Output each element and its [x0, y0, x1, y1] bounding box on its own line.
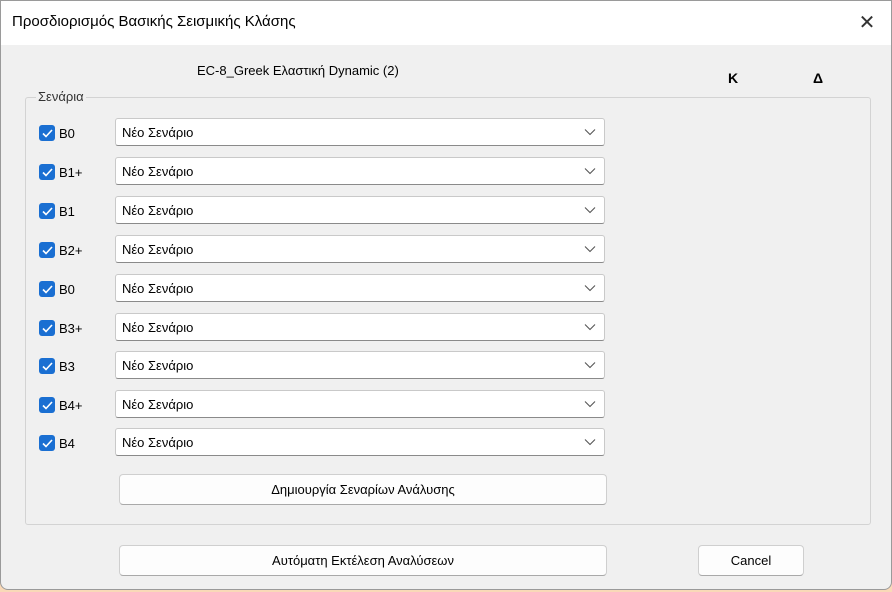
chevron-down-icon [584, 207, 596, 214]
scenario-row: B0 Νέο Σενάριο [39, 274, 609, 304]
scenario-checkbox-label: B3 [59, 359, 75, 374]
check-icon [41, 400, 53, 410]
scenario-checkbox[interactable] [39, 435, 55, 451]
scenario-checkbox-label: B0 [59, 126, 75, 141]
scenario-checkbox[interactable] [39, 320, 55, 336]
scenario-checkbox[interactable] [39, 164, 55, 180]
scenario-select[interactable]: Νέο Σενάριο [115, 351, 605, 379]
scenario-checkbox-label: B4+ [59, 398, 83, 413]
scenario-select[interactable]: Νέο Σενάριο [115, 274, 605, 302]
auto-run-analyses-button[interactable]: Αυτόματη Εκτέλεση Αναλύσεων [119, 545, 607, 576]
scenario-checkbox[interactable] [39, 125, 55, 141]
scenario-select-value: Νέο Σενάριο [122, 358, 194, 373]
scenario-checkbox-label: B3+ [59, 321, 83, 336]
scenario-checkbox[interactable] [39, 358, 55, 374]
scenario-select[interactable]: Νέο Σενάριο [115, 157, 605, 185]
scenario-select[interactable]: Νέο Σενάριο [115, 118, 605, 146]
create-scenarios-button[interactable]: Δημιουργία Σεναρίων Ανάλυσης [119, 474, 607, 505]
check-icon [41, 284, 53, 294]
scenario-select-value: Νέο Σενάριο [122, 125, 194, 140]
scenario-select-value: Νέο Σενάριο [122, 164, 194, 179]
chevron-down-icon [584, 324, 596, 331]
column-header-d: Δ [813, 70, 824, 86]
check-icon [41, 323, 53, 333]
scenarios-group-legend: Σενάρια [36, 89, 86, 104]
scenario-select[interactable]: Νέο Σενάριο [115, 313, 605, 341]
scenario-select-value: Νέο Σενάριο [122, 320, 194, 335]
chevron-down-icon [584, 285, 596, 292]
scenario-checkbox[interactable] [39, 203, 55, 219]
scenario-select-value: Νέο Σενάριο [122, 242, 194, 257]
scenario-select-value: Νέο Σενάριο [122, 397, 194, 412]
chevron-down-icon [584, 439, 596, 446]
scenario-select[interactable]: Νέο Σενάριο [115, 390, 605, 418]
scenario-checkbox-label: B0 [59, 282, 75, 297]
scenario-checkbox[interactable] [39, 281, 55, 297]
scenario-select-value: Νέο Σενάριο [122, 281, 194, 296]
check-icon [41, 438, 53, 448]
scenario-select[interactable]: Νέο Σενάριο [115, 196, 605, 224]
check-icon [41, 361, 53, 371]
column-header-k: K [728, 70, 739, 86]
cancel-button[interactable]: Cancel [698, 545, 804, 576]
check-icon [41, 245, 53, 255]
check-icon [41, 206, 53, 216]
scenario-select-value: Νέο Σενάριο [122, 435, 194, 450]
scenario-row: B3+ Νέο Σενάριο [39, 313, 609, 343]
check-icon [41, 128, 53, 138]
scenario-checkbox-label: B4 [59, 436, 75, 451]
check-icon [41, 167, 53, 177]
scenario-checkbox-label: B1 [59, 204, 75, 219]
chevron-down-icon [584, 362, 596, 369]
chevron-down-icon [584, 246, 596, 253]
chevron-down-icon [584, 168, 596, 175]
window-title: Προσδιορισμός Βασικής Σεισμικής Κλάσης [12, 13, 296, 30]
chevron-down-icon [584, 129, 596, 136]
scenario-select-value: Νέο Σενάριο [122, 203, 194, 218]
scenario-row: B2+ Νέο Σενάριο [39, 235, 609, 265]
scenario-row: B1+ Νέο Σενάριο [39, 157, 609, 187]
scenario-row: B3 Νέο Σενάριο [39, 351, 609, 381]
scenario-row: B1 Νέο Σενάριο [39, 196, 609, 226]
scenario-checkbox-label: B2+ [59, 243, 83, 258]
chevron-down-icon [584, 401, 596, 408]
dialog-window: Προσδιορισμός Βασικής Σεισμικής Κλάσης ✕… [0, 0, 892, 590]
scenario-row: B4 Νέο Σενάριο [39, 428, 609, 458]
scenario-checkbox[interactable] [39, 242, 55, 258]
code-subtitle: EC-8_Greek Ελαστική Dynamic (2) [197, 63, 399, 78]
scenario-select[interactable]: Νέο Σενάριο [115, 428, 605, 456]
title-bar: Προσδιορισμός Βασικής Σεισμικής Κλάσης ✕ [1, 1, 891, 45]
scenario-row: B4+ Νέο Σενάριο [39, 390, 609, 420]
close-icon[interactable]: ✕ [855, 10, 879, 34]
scenario-select[interactable]: Νέο Σενάριο [115, 235, 605, 263]
scenario-row: B0 Νέο Σενάριο [39, 118, 609, 148]
scenario-checkbox[interactable] [39, 397, 55, 413]
scenario-checkbox-label: B1+ [59, 165, 83, 180]
